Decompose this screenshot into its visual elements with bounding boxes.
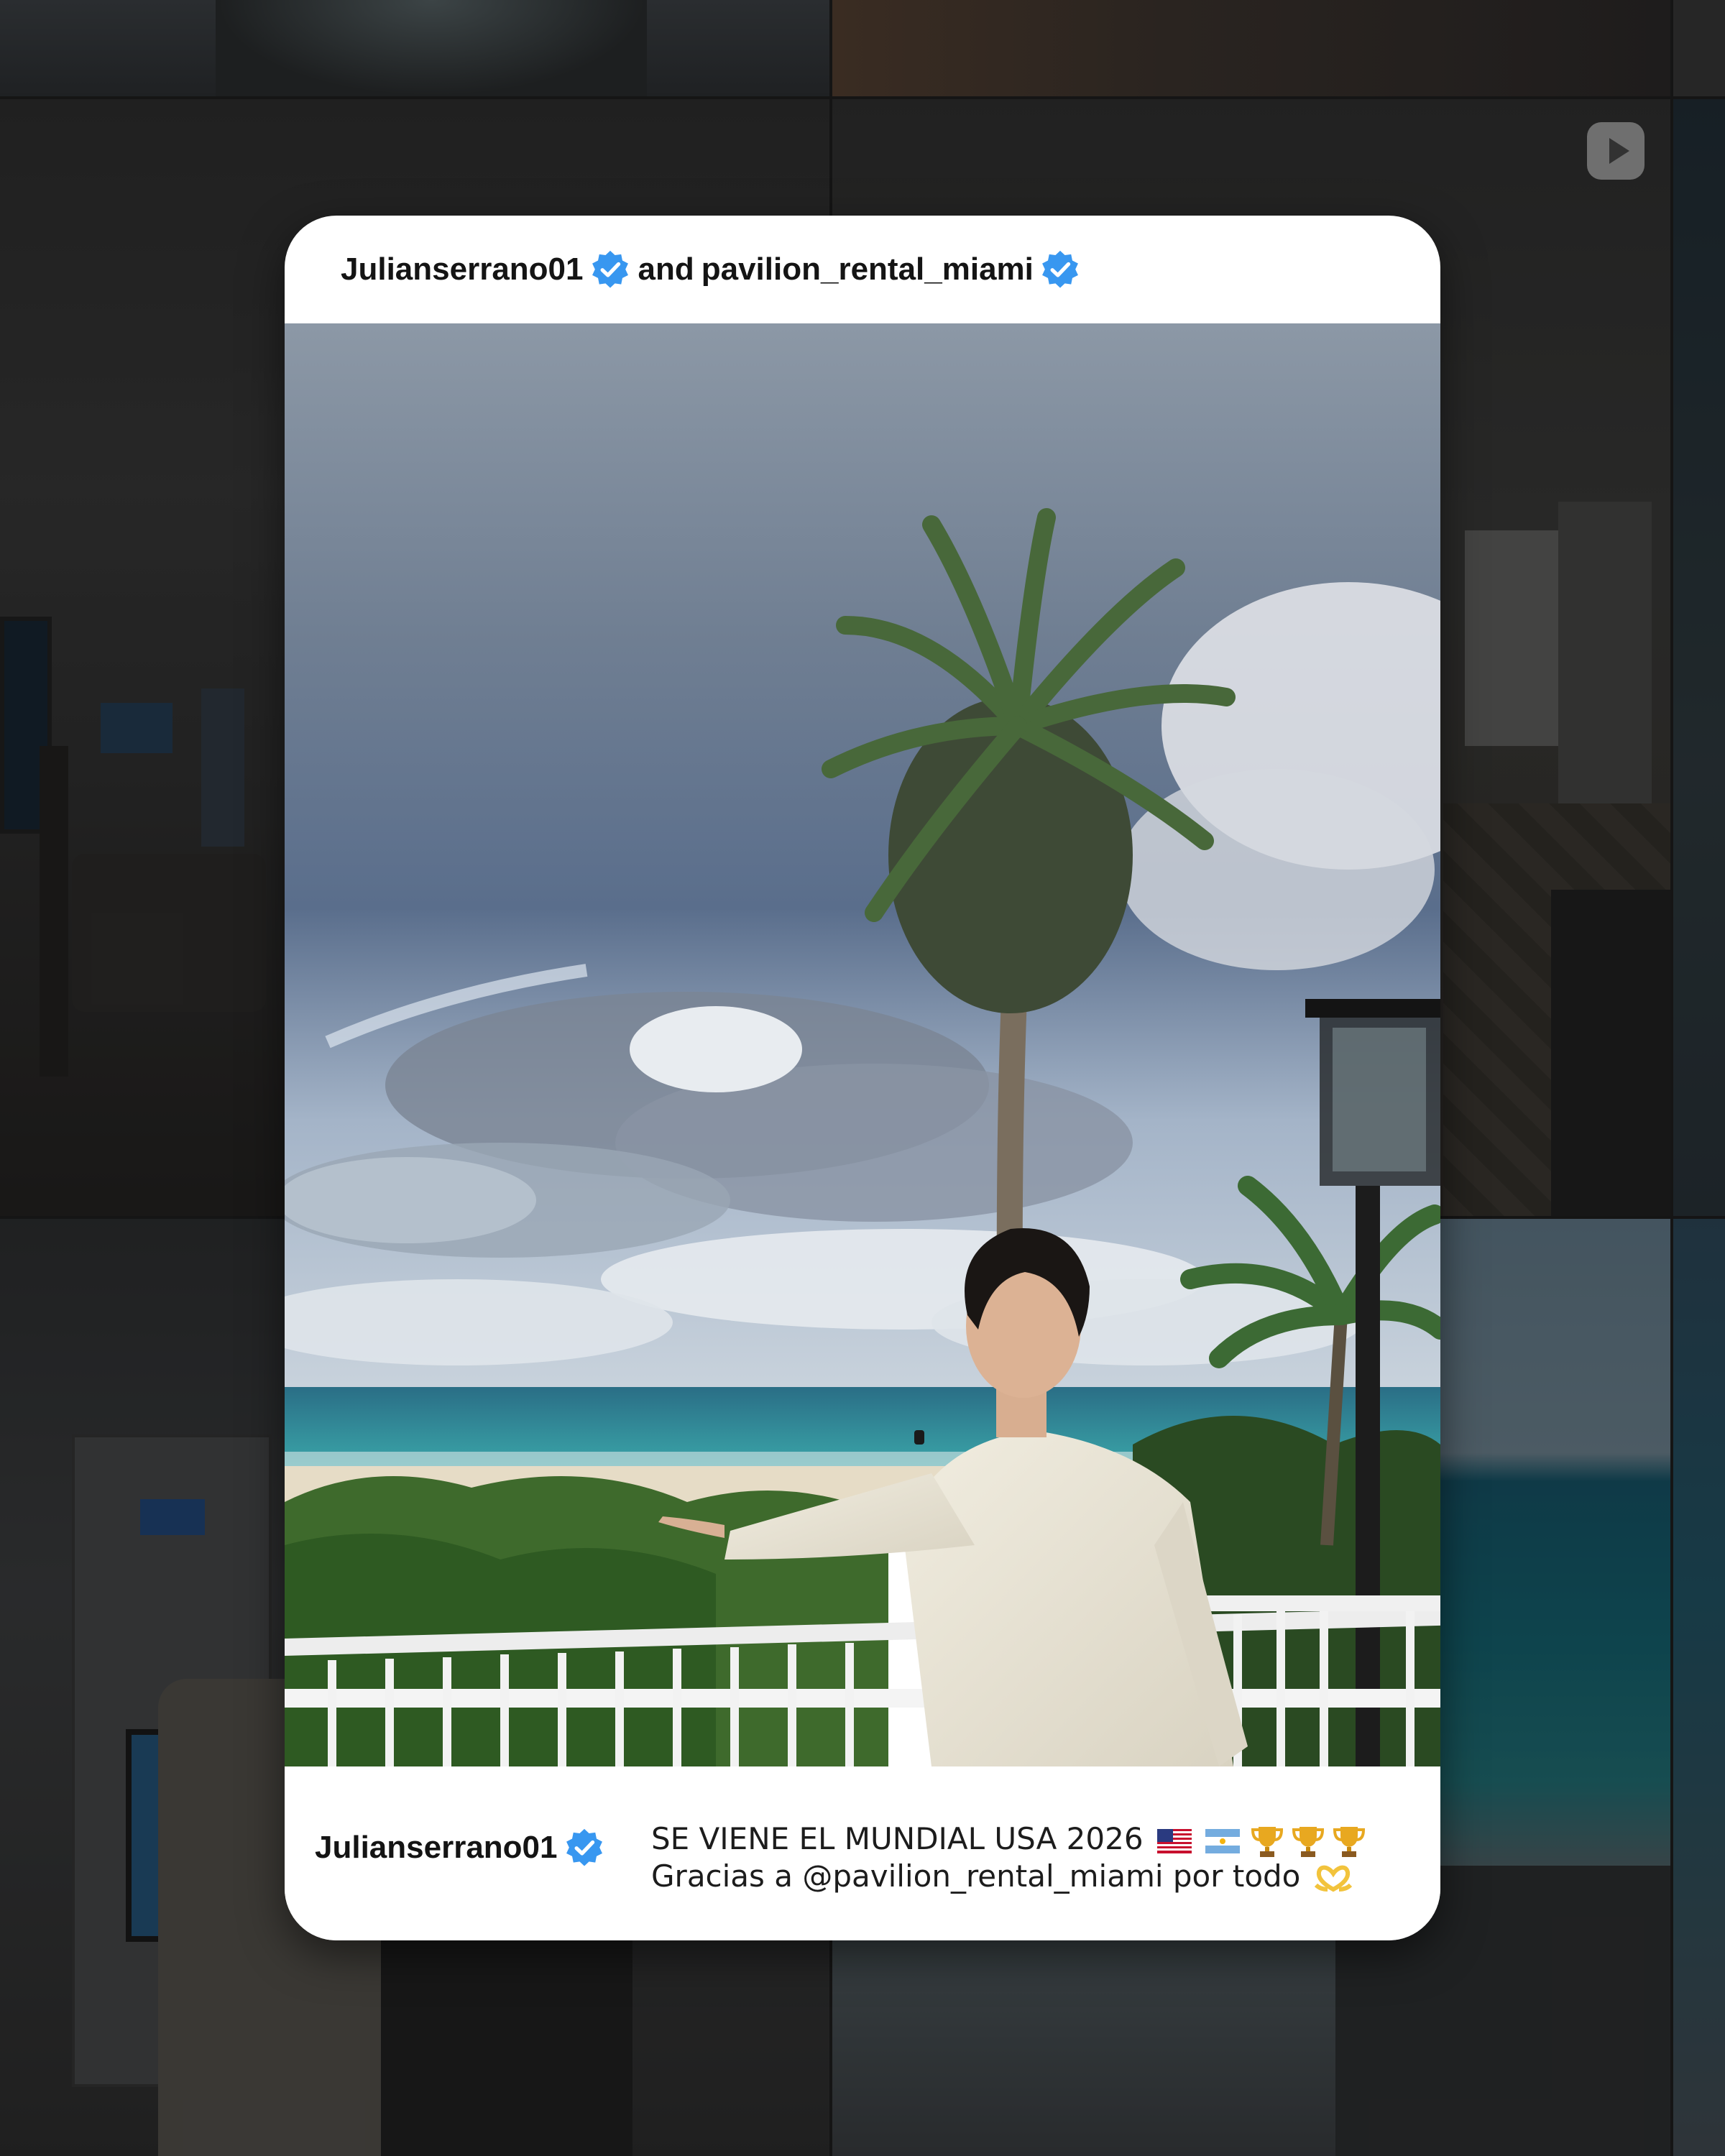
trophy-icon [1292, 1826, 1324, 1857]
post-photo[interactable] [285, 323, 1440, 1766]
beach-scene-image [285, 323, 1440, 1766]
play-icon[interactable] [1587, 122, 1644, 180]
verified-badge-icon [592, 250, 628, 288]
caption-line-1: SE VIENE EL MUNDIAL USA 2026 [651, 1821, 1413, 1858]
background-tile [1673, 1219, 1725, 2156]
author-username[interactable]: Julianserrano01 [341, 252, 584, 287]
caption-username[interactable]: Julianserrano01 [315, 1830, 558, 1866]
header-conjunction: and [638, 252, 694, 287]
background-tile [832, 0, 1670, 96]
post-caption-area: Julianserrano01 SE VIENE EL MUNDIAL USA … [285, 1766, 1440, 1940]
trophy-icon [1333, 1826, 1366, 1857]
caption-line-1-text: SE VIENE EL MUNDIAL USA 2026 [651, 1821, 1144, 1856]
verified-badge-icon [1041, 250, 1078, 288]
trophy-icon [1251, 1826, 1283, 1857]
us-flag-icon [1156, 1828, 1192, 1853]
background-tile [0, 0, 829, 96]
post-header: Julianserrano01 and pavilion_rental_miam… [285, 216, 1440, 323]
argentina-flag-icon [1205, 1828, 1241, 1853]
heart-hands-icon [1314, 1865, 1352, 1892]
background-tile [1673, 0, 1725, 96]
caption-line-2-text: Gracias a @pavilion_rental_miami por tod… [651, 1858, 1301, 1894]
post-card: Julianserrano01 and pavilion_rental_miam… [285, 216, 1440, 1940]
collaborator-username[interactable]: pavilion_rental_miami [702, 252, 1034, 287]
caption-author[interactable]: Julianserrano01 [315, 1827, 612, 1869]
caption-text: SE VIENE EL MUNDIAL USA 2026 Gracias a @… [651, 1821, 1413, 1894]
verified-badge-icon [566, 1828, 602, 1866]
background-tile [1673, 99, 1725, 1216]
caption-line-2: Gracias a @pavilion_rental_miami por tod… [651, 1858, 1413, 1894]
